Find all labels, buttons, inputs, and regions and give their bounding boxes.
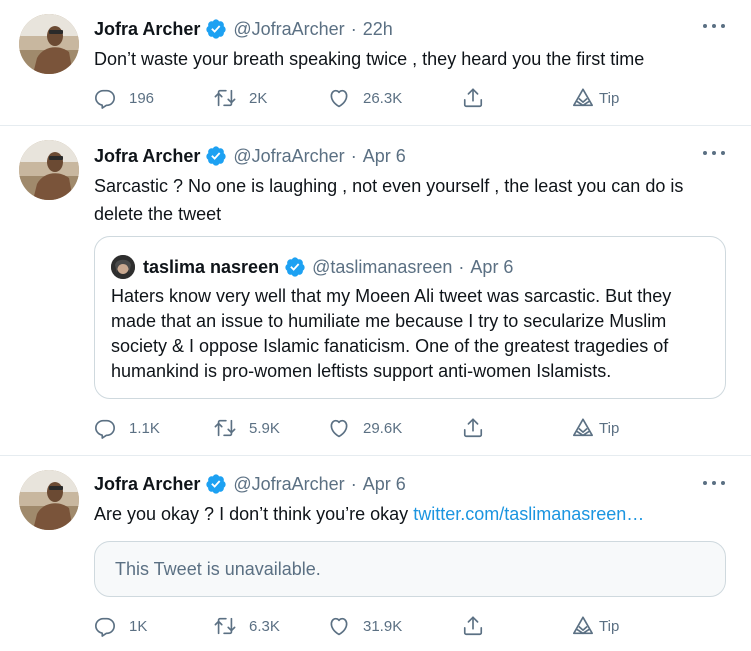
separator: ·: [350, 18, 357, 39]
verified-badge-icon: [205, 473, 227, 495]
author-handle[interactable]: @JofraArcher: [233, 19, 344, 40]
retweet-button[interactable]: 6.3K: [214, 614, 280, 638]
verified-badge-icon: [284, 256, 306, 278]
quoted-author-name: taslima nasreen: [143, 256, 280, 277]
tweet-text: Sarcastic ? No one is laughing , not eve…: [94, 176, 684, 224]
tweet-text: Are you okay ? I don’t think you’re okay…: [94, 500, 724, 528]
tweet[interactable]: Jofra Archer @JofraArcher · Apr 6 Are yo…: [0, 456, 751, 651]
tweet-actions: 1K 6.3K 31.9K Tip: [94, 614, 654, 638]
tweet-link[interactable]: twitter.com/taslimanasreen…: [413, 504, 644, 524]
share-button[interactable]: [462, 614, 484, 638]
tweet-header: Jofra Archer @JofraArcher · Apr 6: [94, 472, 406, 496]
quoted-timestamp: Apr 6: [470, 256, 514, 277]
reply-button[interactable]: 1K: [94, 614, 147, 638]
tweet-header: Jofra Archer @JofraArcher · Apr 6: [94, 144, 406, 168]
tip-button[interactable]: Tip: [572, 86, 619, 110]
like-button[interactable]: 29.6K: [328, 416, 402, 440]
verified-badge-icon: [205, 18, 227, 40]
verified-badge-icon: [205, 145, 227, 167]
like-count: 29.6K: [363, 419, 403, 437]
tweet[interactable]: Jofra Archer @JofraArcher · 22h Don’t wa…: [0, 0, 751, 126]
reply-icon: [94, 87, 116, 109]
separator: ·: [350, 145, 357, 166]
reply-button[interactable]: 1.1K: [94, 416, 160, 440]
retweet-icon: [214, 87, 236, 109]
reply-icon: [94, 417, 116, 439]
author-name[interactable]: Jofra Archer: [94, 19, 200, 40]
author-handle[interactable]: @JofraArcher: [233, 474, 344, 495]
share-button[interactable]: [462, 86, 484, 110]
tip-icon: [572, 87, 594, 109]
author-name[interactable]: Jofra Archer: [94, 146, 200, 167]
separator: ·: [458, 256, 465, 277]
retweet-button[interactable]: 2K: [214, 86, 267, 110]
tweet-actions: 196 2K 26.3K Tip: [94, 86, 654, 110]
tip-label: Tip: [599, 617, 620, 635]
more-icon[interactable]: [703, 143, 725, 163]
like-count: 26.3K: [363, 89, 403, 107]
tip-icon: [572, 615, 594, 637]
share-icon: [462, 87, 484, 109]
tip-icon: [572, 417, 594, 439]
quoted-tweet-text: Haters know very well that my Moeen Ali …: [111, 286, 672, 381]
more-icon[interactable]: [703, 473, 725, 493]
retweet-count: 6.3K: [249, 617, 280, 635]
unavailable-tweet-notice: This Tweet is unavailable.: [94, 541, 726, 597]
like-button[interactable]: 31.9K: [328, 614, 402, 638]
quoted-author-handle: @taslimanasreen: [312, 256, 453, 277]
retweet-button[interactable]: 5.9K: [214, 416, 280, 440]
like-icon: [328, 87, 350, 109]
timestamp[interactable]: Apr 6: [363, 474, 406, 495]
tweet-actions: 1.1K 5.9K 29.6K Tip: [94, 416, 654, 440]
reply-count: 1.1K: [129, 419, 160, 437]
share-button[interactable]: [462, 416, 484, 440]
like-icon: [328, 615, 350, 637]
more-icon[interactable]: [703, 16, 725, 36]
like-icon: [328, 417, 350, 439]
like-count: 31.9K: [363, 617, 403, 635]
share-icon: [462, 615, 484, 637]
quoted-tweet[interactable]: taslima nasreen @taslimanasreen · Apr 6 …: [94, 236, 726, 399]
tip-label: Tip: [599, 89, 620, 107]
timestamp[interactable]: 22h: [363, 19, 393, 40]
tweet-text: Don’t waste your breath speaking twice ,…: [94, 49, 645, 69]
tip-button[interactable]: Tip: [572, 416, 619, 440]
author-name[interactable]: Jofra Archer: [94, 474, 200, 495]
separator: ·: [350, 473, 357, 494]
tip-button[interactable]: Tip: [572, 614, 619, 638]
avatar[interactable]: [19, 140, 79, 200]
avatar[interactable]: [19, 14, 79, 74]
retweet-icon: [214, 417, 236, 439]
tweet[interactable]: Jofra Archer @JofraArcher · Apr 6 Sarcas…: [0, 126, 751, 456]
avatar[interactable]: [19, 470, 79, 530]
tip-label: Tip: [599, 419, 620, 437]
quoted-avatar: [111, 255, 135, 279]
share-icon: [462, 417, 484, 439]
reply-icon: [94, 615, 116, 637]
timestamp[interactable]: Apr 6: [363, 146, 406, 167]
author-handle[interactable]: @JofraArcher: [233, 146, 344, 167]
retweet-count: 5.9K: [249, 419, 280, 437]
reply-count: 1K: [129, 617, 148, 635]
retweet-count: 2K: [249, 89, 268, 107]
quoted-tweet-header: taslima nasreen @taslimanasreen · Apr 6: [111, 255, 513, 279]
reply-count: 196: [129, 89, 155, 107]
tweet-text-body: Are you okay ? I don’t think you’re okay: [94, 504, 409, 524]
retweet-icon: [214, 615, 236, 637]
tweet-header: Jofra Archer @JofraArcher · 22h: [94, 17, 393, 41]
reply-button[interactable]: 196: [94, 86, 154, 110]
like-button[interactable]: 26.3K: [328, 86, 402, 110]
